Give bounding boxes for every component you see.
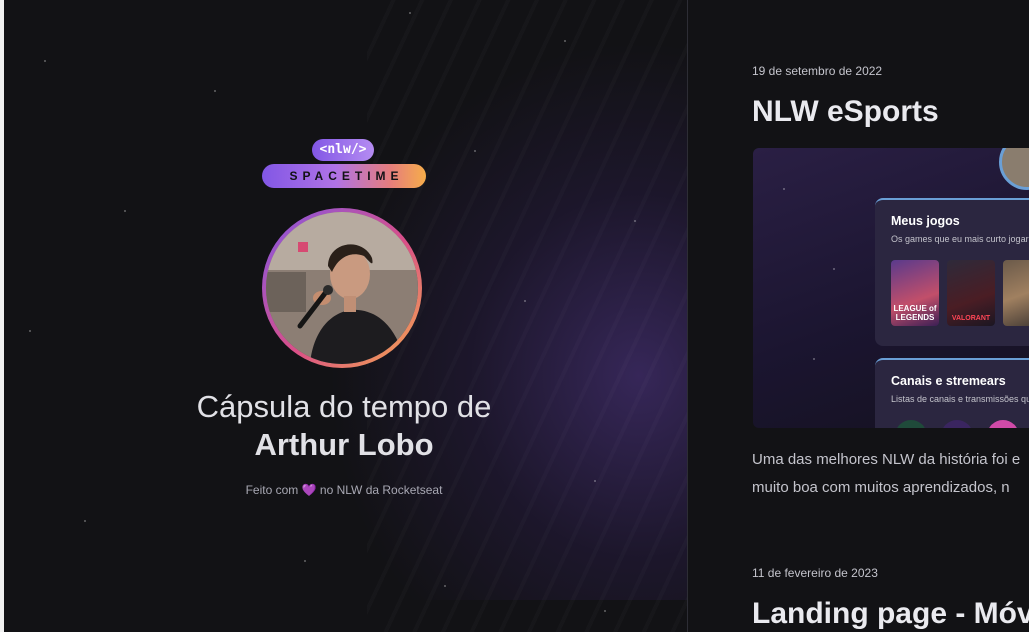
memory-excerpt-line: Uma das melhores NLW da história foi e <box>752 451 1021 468</box>
star <box>444 585 446 587</box>
game-cover-label: VALORANT <box>951 315 991 322</box>
heart-icon: 💜 <box>301 483 317 497</box>
preview-card-channels: Canais e stremears Listas de canais e tr… <box>875 358 1029 428</box>
game-cover-valorant: VALORANT <box>947 260 995 326</box>
star <box>474 150 476 152</box>
game-cover-lol: LEAGUE of LEGENDS <box>891 260 939 326</box>
star <box>44 60 46 62</box>
preview-avatar <box>999 148 1029 190</box>
star <box>833 268 835 270</box>
memory-cover-image[interactable]: Meus jogos Os games que eu mais curto jo… <box>753 148 1029 428</box>
preview-card-subtitle: Os games que eu mais curto jogar <box>891 234 1029 244</box>
channel-avatar <box>987 420 1019 428</box>
preview-card-subtitle: Listas de canais e transmissões qu <box>891 394 1029 404</box>
spacetime-logo: <nlw/> SPACETIME <box>262 138 426 190</box>
star <box>564 40 566 42</box>
preview-card-games: Meus jogos Os games que eu mais curto jo… <box>875 198 1029 346</box>
star <box>524 300 526 302</box>
memory-excerpt-line: muito boa com muitos aprendizados, n <box>752 479 1010 496</box>
avatar-illustration <box>266 212 418 364</box>
star <box>29 330 31 332</box>
star <box>214 90 216 92</box>
preview-card-title: Meus jogos <box>891 214 960 228</box>
avatar-photo <box>266 212 418 364</box>
game-cover-label: LEAGUE of LEGENDS <box>893 304 937 322</box>
preview-card-title: Canais e stremears <box>891 374 1006 388</box>
star <box>604 610 606 612</box>
game-cover-gta <box>1003 260 1029 326</box>
memory-excerpt: Uma das melhores NLW da história foi e m… <box>752 446 1029 502</box>
star <box>409 12 411 14</box>
star <box>124 210 126 212</box>
memory-date: 19 de setembro de 2022 <box>752 64 883 78</box>
user-name: Arthur Lobo <box>254 427 434 462</box>
memories-panel[interactable]: 19 de setembro de 2022 NLW eSports Meus … <box>688 0 1029 632</box>
star <box>84 520 86 522</box>
made-with-prefix: Feito com <box>245 483 299 497</box>
memory-title: Landing page - Móv <box>752 597 1029 630</box>
memory-title: NLW eSports <box>752 95 939 128</box>
channel-avatar <box>941 420 973 428</box>
made-with-link[interactable]: no NLW da Rocketseat <box>320 483 443 497</box>
star <box>304 560 306 562</box>
made-with-footer: Feito com 💜 no NLW da Rocketseat <box>144 483 544 497</box>
memory-date: 11 de fevereiro de 2023 <box>752 566 878 580</box>
star <box>634 220 636 222</box>
capsule-heading: Cápsula do tempo de Arthur Lobo <box>144 388 544 464</box>
spacetime-wordmark: SPACETIME <box>262 164 426 188</box>
nlw-badge: <nlw/> <box>312 139 374 161</box>
star <box>783 188 785 190</box>
channel-avatar <box>895 420 927 428</box>
user-avatar <box>262 208 422 368</box>
star <box>813 358 815 360</box>
star <box>594 480 596 482</box>
capsule-title-prefix: Cápsula do tempo de <box>196 389 492 424</box>
